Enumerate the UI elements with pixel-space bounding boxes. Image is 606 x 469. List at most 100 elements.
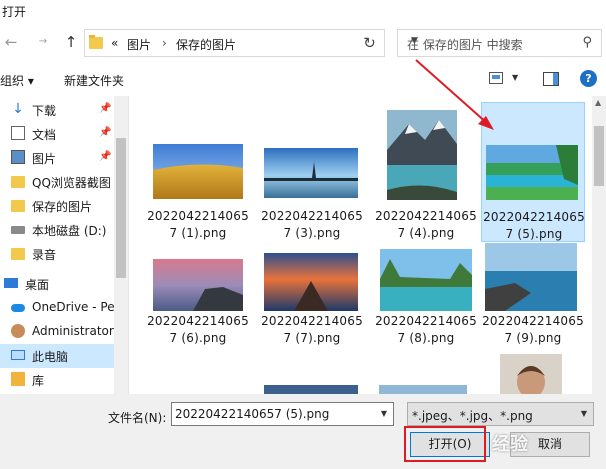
arrow-up-icon[interactable]: ↑: [62, 33, 80, 51]
search-icon[interactable]: ⚲: [582, 35, 592, 50]
filetype-value[interactable]: *.jpeg、*.jpg、*.png: [412, 407, 533, 424]
sidebar-item-label: 桌面: [25, 278, 50, 292]
file-tile[interactable]: 2022042214065 7 (1).png: [146, 102, 250, 242]
view-options-button[interactable]: ▼: [489, 71, 521, 87]
chevron-right-icon: ›: [162, 36, 167, 50]
pin-icon: 📌: [99, 151, 112, 162]
new-folder-button[interactable]: 新建文件夹: [64, 72, 124, 89]
sidebar-scrollbar[interactable]: [114, 96, 128, 394]
file-tile[interactable]: 2022042214065 7 (4).png: [374, 102, 478, 242]
sidebar-item-label: 文档: [32, 128, 57, 142]
sidebar-item-downloads[interactable]: ↓ 下载 📌: [0, 98, 115, 122]
sidebar-item-this-pc[interactable]: 此电脑: [0, 344, 115, 368]
search-placeholder[interactable]: 在 保存的图片 中搜索: [407, 36, 523, 53]
chevron-down-icon[interactable]: ▼: [381, 409, 387, 418]
sidebar-item-libraries[interactable]: 库: [0, 368, 115, 392]
help-icon[interactable]: ?: [580, 70, 597, 87]
thumbnail-waterfall-lake: [486, 145, 578, 200]
sidebar-item-label: Administrator: [32, 324, 114, 338]
thumbnail-portrait: [500, 354, 562, 394]
address-bar[interactable]: « 图片 › 保存的图片 ▼: [84, 29, 418, 57]
file-tile-selected[interactable]: 2022042214065 7 (5).png: [481, 102, 585, 242]
sidebar-item-label: 库: [32, 374, 45, 388]
dialog-footer: 文件名(N): 20220422140657 (5).png ▼ *.jpeg、…: [0, 394, 606, 469]
filetype-select[interactable]: *.jpeg、*.jpg、*.png ▼: [407, 402, 594, 426]
file-name: 2022042214065 7 (4).png: [375, 209, 477, 240]
file-tile[interactable]: 2022042214065 7 (6).png: [146, 249, 250, 389]
thumbnail-wheat-field: [153, 144, 243, 199]
sidebar-item-documents[interactable]: 文档 📌: [0, 122, 115, 146]
navigation-pane: ↓ 下载 📌 文档 📌 图片 📌 QQ浏览器截图 保存的图片 本地磁盘 (D:)…: [0, 96, 129, 394]
cancel-button[interactable]: 取消: [510, 432, 590, 457]
sidebar-item-qq-screenshots[interactable]: QQ浏览器截图: [0, 170, 115, 194]
refresh-button[interactable]: ↻: [355, 29, 385, 57]
filename-value[interactable]: 20220422140657 (5).png: [175, 407, 329, 421]
thumbnail-mountain-lake: [387, 110, 457, 200]
scrollbar-thumb[interactable]: [594, 126, 604, 186]
file-tile[interactable]: 2022042214065 7 (7).png: [260, 249, 364, 389]
sidebar-item-onedrive[interactable]: OneDrive - Pe: [0, 296, 115, 320]
sidebar-item-label: 图片: [32, 152, 57, 166]
sidebar-item-desktop[interactable]: 桌面: [0, 272, 115, 296]
file-list: 2022042214065 7 (1).png 2022042214065 7 (3…: [130, 96, 592, 394]
breadcrumb-saved-pictures[interactable]: 保存的图片: [176, 36, 236, 53]
search-box[interactable]: 在 保存的图片 中搜索 ⚲: [397, 29, 602, 57]
pin-icon: 📌: [99, 127, 112, 138]
chevron-down-icon: ▼: [512, 73, 519, 82]
cloud-icon: [11, 304, 25, 312]
file-name: 2022042214065 7 (7).png: [261, 314, 363, 345]
arrow-right-icon[interactable]: →: [34, 33, 52, 51]
filename-field[interactable]: 20220422140657 (5).png ▼: [171, 402, 394, 426]
thumbnail-sea-rocks: [485, 243, 577, 311]
file-name: 2022042214065 7 (6).png: [147, 314, 249, 345]
file-name: 2022042214065 7 (8).png: [375, 314, 477, 345]
title-bar: 打开: [0, 0, 606, 24]
address-prefix[interactable]: «: [111, 36, 118, 50]
file-name: 2022042214065 7 (9).png: [482, 314, 584, 345]
desktop-icon: [4, 278, 18, 288]
thumbnail-karst-lake: [380, 249, 472, 311]
download-icon: ↓: [12, 101, 24, 117]
sidebar-item-label: 录音: [32, 248, 57, 262]
preview-pane-icon[interactable]: [543, 72, 559, 86]
open-button[interactable]: 打开(O): [410, 432, 490, 457]
sidebar-item-saved-pictures[interactable]: 保存的图片: [0, 194, 115, 218]
pin-icon: 📌: [99, 103, 112, 114]
thumbnail-partial: [379, 385, 467, 394]
sidebar-item-local-disk-d[interactable]: 本地磁盘 (D:): [0, 218, 115, 242]
library-icon: [11, 372, 25, 386]
sidebar-item-label: OneDrive - Pe: [32, 300, 115, 314]
thumbnail-lake-sunset: [264, 148, 358, 198]
sidebar-item-label: 本地磁盘 (D:): [32, 224, 107, 238]
view-icon: [489, 72, 503, 84]
window-title: 打开: [2, 5, 27, 19]
sidebar-item-pictures[interactable]: 图片 📌: [0, 146, 115, 170]
folder-icon: [11, 248, 25, 260]
command-toolbar: 组织 ▾ 新建文件夹 ▼ ?: [0, 62, 606, 96]
file-name: 2022042214065 7 (3).png: [261, 209, 363, 240]
scrollbar-thumb[interactable]: [116, 138, 126, 278]
chevron-up-icon[interactable]: ▲: [595, 98, 601, 107]
breadcrumb-pictures[interactable]: 图片: [127, 36, 151, 53]
folder-icon: [11, 200, 25, 212]
thumbnail-pier-sunset: [264, 253, 358, 311]
file-tile[interactable]: 2022042214065 7 (8).png: [374, 249, 478, 389]
user-icon: [11, 324, 25, 338]
sidebar-item-recordings[interactable]: 录音: [0, 242, 115, 266]
document-icon: [11, 126, 25, 140]
chevron-down-icon[interactable]: ▼: [581, 409, 587, 418]
sidebar-item-label: QQ浏览器截图: [32, 176, 111, 190]
thumbnail-partial: [264, 385, 358, 394]
sidebar-item-label: 保存的图片: [32, 200, 93, 214]
filename-label: 文件名(N):: [108, 411, 167, 425]
computer-icon: [11, 350, 25, 360]
file-list-scrollbar[interactable]: ▲: [592, 96, 606, 394]
file-name: 2022042214065 7 (1).png: [147, 209, 249, 240]
folder-icon: [89, 35, 103, 49]
sidebar-item-label: 下载: [32, 104, 57, 118]
organize-menu[interactable]: 组织 ▾: [0, 72, 34, 89]
arrow-left-icon[interactable]: ←: [2, 33, 20, 51]
sidebar-item-administrator[interactable]: Administrator: [0, 320, 115, 344]
file-name: 2022042214065 7 (5).png: [483, 210, 585, 241]
file-tile[interactable]: 2022042214065 7 (3).png: [260, 102, 364, 242]
